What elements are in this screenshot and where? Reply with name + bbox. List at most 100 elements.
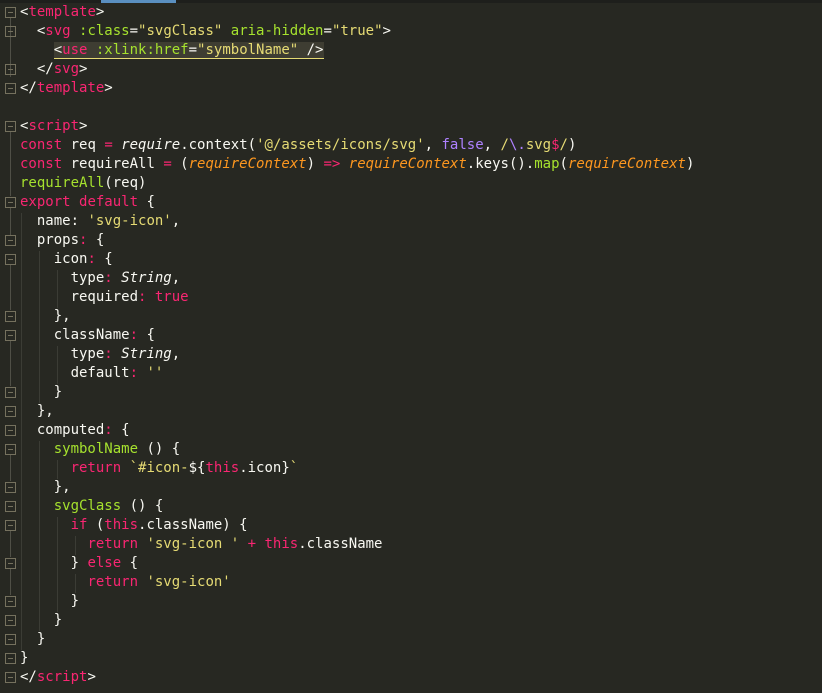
- token: :: [104, 346, 122, 362]
- token: +: [247, 536, 257, 552]
- fold-toggle-icon[interactable]: [5, 83, 16, 94]
- token: >: [104, 80, 113, 96]
- token: req: [62, 137, 105, 153]
- token: </: [36, 61, 54, 77]
- token: /: [559, 137, 568, 153]
- fold-toggle-icon[interactable]: [5, 235, 16, 246]
- token: svgClass: [53, 498, 122, 514]
- token: (req): [104, 175, 147, 191]
- token: 'svg-icon ': [146, 536, 240, 552]
- token: type: [70, 270, 105, 286]
- token: '': [146, 365, 164, 381]
- token: template: [28, 4, 96, 20]
- fold-toggle-icon[interactable]: [5, 121, 16, 132]
- token: <: [53, 42, 63, 58]
- fold-toggle-icon[interactable]: [5, 406, 16, 417]
- token: {: [104, 251, 113, 267]
- token: requireContext: [348, 156, 467, 172]
- token: String: [121, 346, 172, 362]
- token: return: [87, 536, 139, 552]
- fold-toggle-icon[interactable]: [5, 596, 16, 607]
- code-line-12: name: 'svg-icon',: [20, 212, 694, 231]
- fold-toggle-icon[interactable]: [5, 64, 16, 75]
- token: svg: [45, 23, 71, 39]
- token: =: [129, 23, 139, 39]
- fold-toggle-icon[interactable]: [5, 444, 16, 455]
- fold-guide-line: [10, 132, 11, 196]
- fold-toggle-icon[interactable]: [5, 425, 16, 436]
- token: >: [382, 23, 391, 39]
- code-line-10: requireAll(req): [20, 174, 694, 193]
- token: =: [163, 156, 172, 172]
- fold-toggle-icon[interactable]: [5, 482, 16, 493]
- token: () {: [121, 498, 164, 514]
- token: .className: [298, 536, 383, 552]
- fold-toggle-icon[interactable]: [5, 7, 16, 18]
- token: export: [20, 194, 71, 210]
- code-line-1: <template>: [20, 3, 694, 22]
- token: ,: [483, 137, 501, 153]
- token: (: [171, 156, 189, 172]
- code-line-8: const req = require.context('@/assets/ic…: [20, 136, 694, 155]
- fold-toggle-icon[interactable]: [5, 197, 16, 208]
- token: }: [70, 555, 88, 571]
- fold-toggle-icon[interactable]: [5, 501, 16, 512]
- fold-toggle-icon[interactable]: [5, 330, 16, 341]
- code-line-28: if (this.className) {: [20, 516, 694, 535]
- token: aria-hidden: [222, 23, 324, 39]
- code-line-22: },: [20, 402, 694, 421]
- code-line-35: }: [20, 649, 694, 668]
- token: `#icon-: [129, 460, 189, 476]
- token: required: [70, 289, 139, 305]
- token: .keys().: [466, 156, 535, 172]
- code-editor[interactable]: <template> <svg :class="svgClass" aria-h…: [20, 3, 694, 687]
- token: }: [53, 612, 63, 628]
- token: "symbolName": [197, 42, 299, 58]
- fold-toggle-icon[interactable]: [5, 311, 16, 322]
- token: ): [306, 156, 324, 172]
- token: requireAll: [62, 156, 164, 172]
- fold-toggle-icon[interactable]: [5, 615, 16, 626]
- token: template: [36, 80, 105, 96]
- fold-guide-line: [10, 569, 11, 595]
- token: >: [79, 118, 88, 134]
- token: (: [559, 156, 568, 172]
- fold-toggle-icon[interactable]: [5, 653, 16, 664]
- token: },: [36, 403, 54, 419]
- fold-toggle-icon[interactable]: [5, 387, 16, 398]
- code-line-29: return 'svg-icon ' + this.className: [20, 535, 694, 554]
- token: symbolName: [53, 441, 139, 457]
- code-line-18: className: {: [20, 326, 694, 345]
- token: script: [28, 118, 80, 134]
- fold-toggle-icon[interactable]: [5, 672, 16, 683]
- token: false: [441, 137, 484, 153]
- token: :xlink:href: [87, 42, 189, 58]
- token: :: [104, 422, 122, 438]
- code-line-16: required: true: [20, 288, 694, 307]
- token: script: [36, 669, 88, 685]
- token: icon: [53, 251, 88, 267]
- token: }: [53, 384, 63, 400]
- token: const: [20, 137, 63, 153]
- code-line-25: return `#icon-${this.icon}`: [20, 459, 694, 478]
- token: default: [79, 194, 139, 210]
- fold-toggle-icon[interactable]: [5, 558, 16, 569]
- fold-toggle-icon[interactable]: [5, 254, 16, 265]
- fold-toggle-icon[interactable]: [5, 26, 16, 37]
- fold-toggle-icon[interactable]: [5, 520, 16, 531]
- token: /: [500, 137, 509, 153]
- fold-toggle-icon[interactable]: [5, 634, 16, 645]
- token: svg: [53, 61, 80, 77]
